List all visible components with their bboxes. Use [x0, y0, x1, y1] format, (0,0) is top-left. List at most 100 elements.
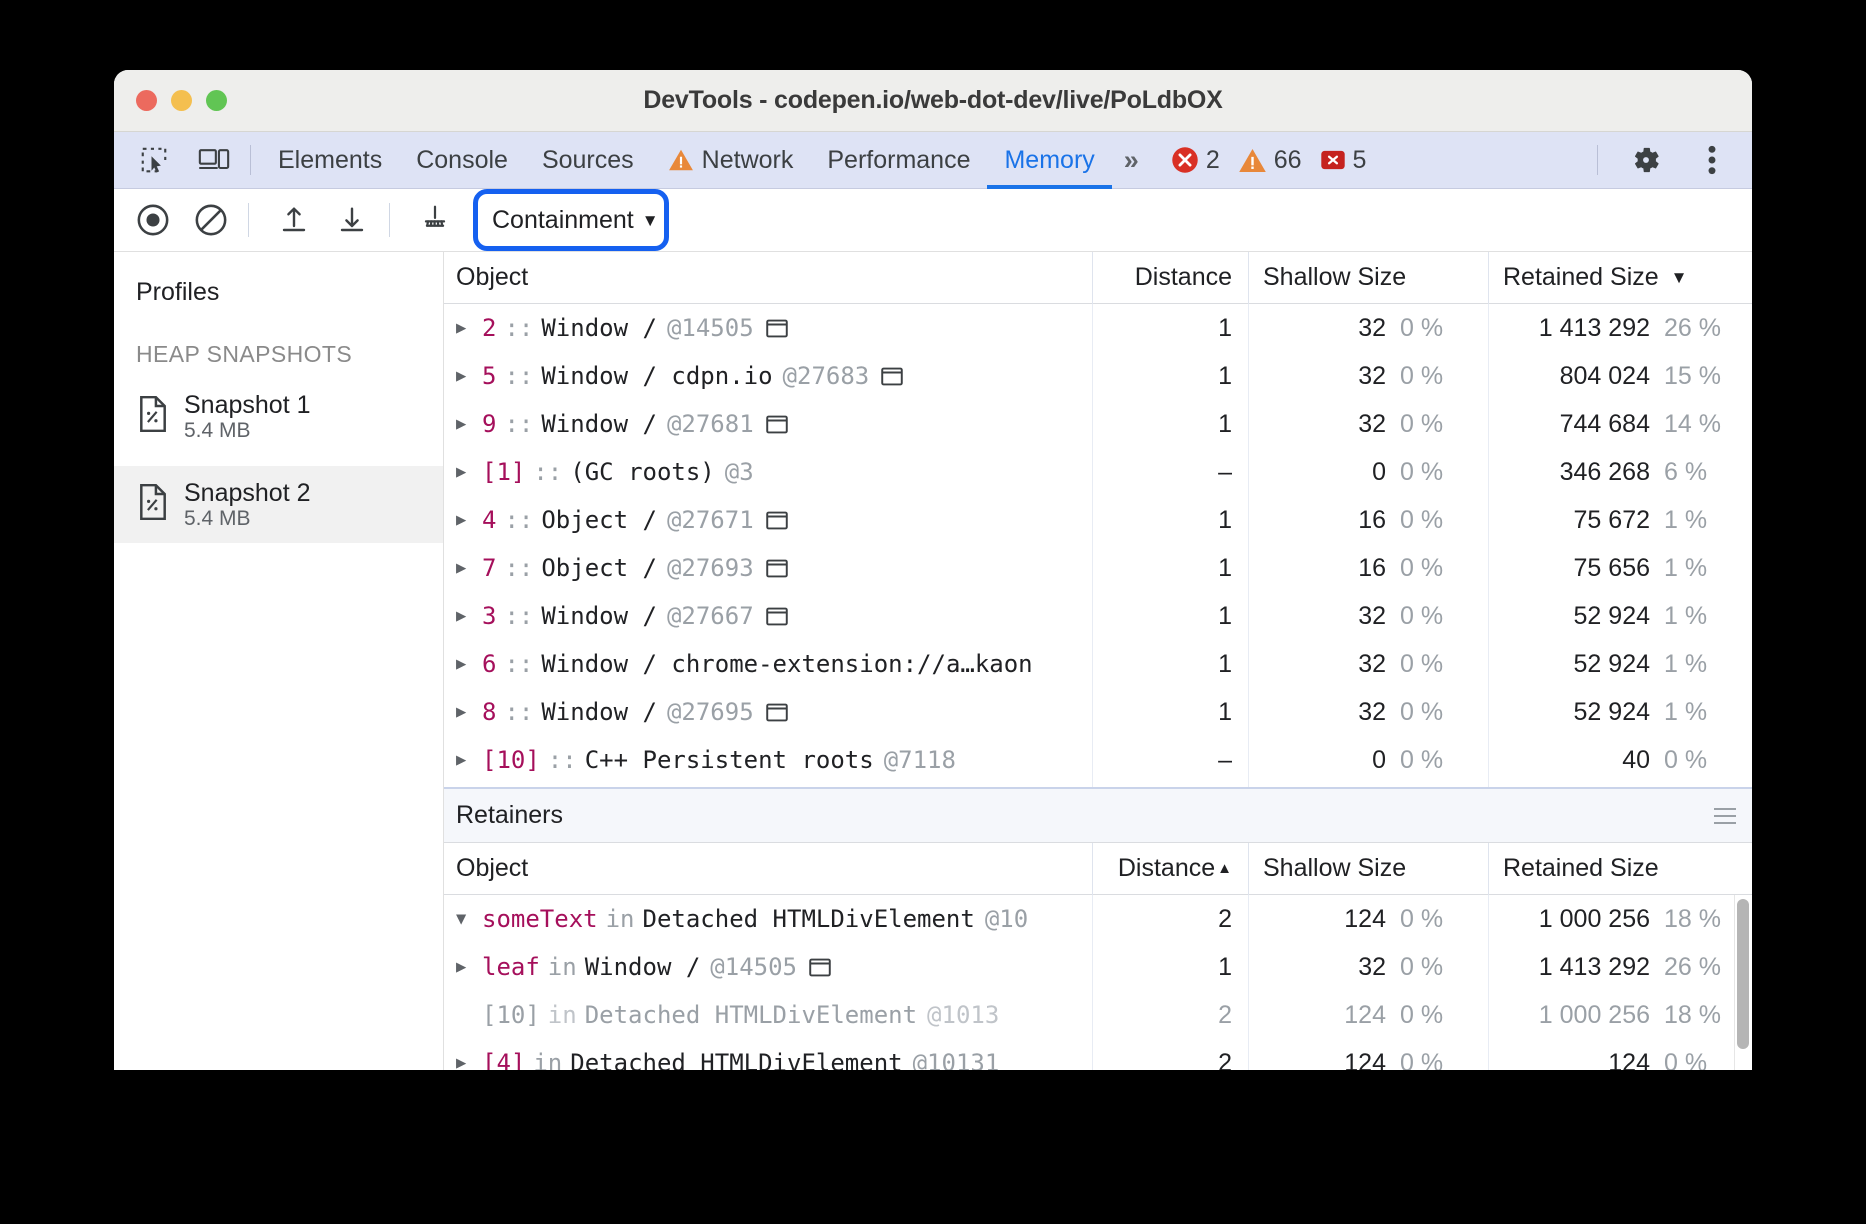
expand-triangle-icon[interactable]: ▶: [456, 1053, 482, 1070]
expand-triangle-icon[interactable]: ▶: [456, 654, 482, 674]
shallow-size-value: 32: [1358, 362, 1386, 391]
retainer-object-id: @1013: [917, 1001, 999, 1029]
expand-triangle-icon[interactable]: ▶: [456, 558, 482, 578]
retainer-shallow-cell: 1240 %: [1248, 1039, 1488, 1070]
containment-shallow-cell: 320 %: [1248, 592, 1488, 640]
column-header-distance[interactable]: Distance ▲: [1092, 843, 1248, 895]
more-tabs-icon[interactable]: »: [1112, 132, 1149, 189]
retainers-rows: ▼someTextinDetached HTMLDivElement@10212…: [444, 895, 1752, 1070]
retainer-shallow-cell: 1240 %: [1248, 895, 1488, 943]
table-row[interactable]: ▶5::Window / cdpn.io@276831320 %804 0241…: [444, 352, 1752, 400]
snapshot-2-name: Snapshot 2: [184, 479, 311, 507]
warning-counter[interactable]: 66: [1232, 146, 1308, 175]
table-row[interactable]: ▶[10]::C++ Persistent roots@7118–00 %400…: [444, 736, 1752, 784]
table-row[interactable]: ▶6::Window / chrome-extension://a…kaon13…: [444, 640, 1752, 688]
column-header-shallow-size[interactable]: Shallow Size: [1248, 843, 1488, 895]
sidebar-item-snapshot-2[interactable]: Snapshot 2 5.4 MB: [114, 466, 443, 544]
upload-icon[interactable]: [269, 195, 319, 245]
table-row[interactable]: ▶7::Object /@276931160 %75 6561 %: [444, 544, 1752, 592]
clear-icon[interactable]: [186, 195, 236, 245]
retainers-scrollbar-thumb[interactable]: [1737, 899, 1749, 1049]
containment-distance-cell: 1: [1092, 352, 1248, 400]
expand-triangle-icon[interactable]: ▶: [456, 318, 482, 338]
table-row[interactable]: ▶leafinWindow /@145051320 %1 413 29226 %: [444, 943, 1752, 991]
node-separator: ::: [540, 746, 585, 774]
table-row[interactable]: ▶9::Window /@276811320 %744 68414 %: [444, 400, 1752, 448]
expand-triangle-icon[interactable]: ▶: [456, 750, 482, 770]
table-row[interactable]: ▼someTextinDetached HTMLDivElement@10212…: [444, 895, 1752, 943]
object-cell: ▶2::Window /@14505: [444, 314, 1092, 342]
expand-triangle-icon[interactable]: ▶: [456, 510, 482, 530]
gear-icon[interactable]: [1620, 140, 1672, 180]
retained-size-value: 1 413 292: [1539, 953, 1650, 982]
more-options-icon[interactable]: [1686, 140, 1738, 180]
tab-elements[interactable]: Elements: [261, 132, 399, 189]
tab-memory[interactable]: Memory: [987, 132, 1111, 189]
node-index: 3: [482, 602, 496, 630]
table-row[interactable]: ▶4::Object /@276711160 %75 6721 %: [444, 496, 1752, 544]
window-icon: [809, 958, 831, 977]
node-separator: ::: [496, 698, 541, 726]
perspective-select[interactable]: Containment ▼: [482, 201, 667, 239]
object-cell: ▶[10]inDetached HTMLDivElement@1013: [444, 1001, 1092, 1029]
expand-triangle-icon[interactable]: ▼: [456, 909, 482, 929]
retainers-scrollbar-track[interactable]: [1734, 895, 1752, 1070]
table-row[interactable]: ▶3::Window /@276671320 %52 9241 %: [444, 592, 1752, 640]
table-row[interactable]: ▶8::Window /@276951320 %52 9241 %: [444, 688, 1752, 736]
perspective-label: Containment: [492, 206, 634, 235]
containment-shallow-cell: 160 %: [1248, 496, 1488, 544]
containment-shallow-cell: 320 %: [1248, 400, 1488, 448]
sidebar-item-snapshot-1[interactable]: Snapshot 1 5.4 MB: [114, 378, 443, 456]
devtools-window: DevTools - codepen.io/web-dot-dev/live/P…: [114, 70, 1752, 1070]
tab-console[interactable]: Console: [399, 132, 525, 189]
tab-sources[interactable]: Sources: [525, 132, 651, 189]
containment-grid-header: Object Distance Shallow Size Retained Si…: [444, 252, 1752, 304]
retained-size-value: 52 924: [1574, 602, 1650, 631]
issue-counter[interactable]: 5: [1314, 146, 1373, 175]
table-row[interactable]: ▶[1]::(GC roots)@3–00 %346 2686 %: [444, 448, 1752, 496]
column-header-shallow-size[interactable]: Shallow Size: [1248, 252, 1488, 304]
window-icon: [766, 559, 788, 578]
column-header-object[interactable]: Object: [444, 252, 1092, 304]
retainer-distance-cell: 1: [1092, 943, 1248, 991]
column-header-retained-size[interactable]: Retained Size: [1488, 843, 1752, 895]
inspect-element-icon[interactable]: [128, 140, 180, 180]
expand-triangle-icon[interactable]: ▶: [456, 606, 482, 626]
table-row[interactable]: ▶[10]inDetached HTMLDivElement@101321240…: [444, 991, 1752, 1039]
expand-triangle-icon[interactable]: ▶: [456, 462, 482, 482]
tab-network[interactable]: Network: [651, 132, 811, 189]
retainer-property: someText: [482, 905, 598, 933]
expand-triangle-icon[interactable]: ▶: [456, 957, 482, 977]
column-header-distance[interactable]: Distance: [1092, 252, 1248, 304]
expand-triangle-icon[interactable]: ▶: [456, 366, 482, 386]
device-toolbar-icon[interactable]: [188, 140, 240, 180]
node-name: Window /: [541, 314, 657, 342]
node-separator: ::: [496, 506, 541, 534]
download-icon[interactable]: [327, 195, 377, 245]
tab-performance[interactable]: Performance: [810, 132, 987, 189]
node-separator: ::: [496, 410, 541, 438]
toolbar-divider: [389, 203, 390, 237]
retainers-panel: Retainers Object Distance ▲ Shallow Size…: [444, 789, 1752, 1070]
table-row[interactable]: ▶[4]inDetached HTMLDivElement@1013121240…: [444, 1039, 1752, 1070]
hamburger-icon[interactable]: [1714, 808, 1736, 824]
collect-garbage-icon[interactable]: [410, 195, 460, 245]
retained-size-value: 744 684: [1560, 410, 1650, 439]
distance-value: 1: [1218, 650, 1232, 679]
expand-triangle-icon[interactable]: ▶: [456, 414, 482, 434]
node-id: @27695: [657, 698, 754, 726]
column-header-retained-size[interactable]: Retained Size ▼: [1488, 252, 1752, 304]
table-row[interactable]: ▶2::Window /@145051320 %1 413 29226 %: [444, 304, 1752, 352]
window-icon: [766, 703, 788, 722]
retainers-grid-header: Object Distance ▲ Shallow Size Retained …: [444, 843, 1752, 895]
shallow-size-value: 16: [1358, 506, 1386, 535]
record-icon[interactable]: [128, 195, 178, 245]
expand-triangle-icon[interactable]: ▶: [456, 1005, 482, 1025]
object-cell: ▶9::Window /@27681: [444, 410, 1092, 438]
expand-triangle-icon[interactable]: ▶: [456, 702, 482, 722]
node-separator: ::: [496, 362, 541, 390]
column-header-object[interactable]: Object: [444, 843, 1092, 895]
error-counter[interactable]: 2: [1165, 146, 1226, 175]
distance-value: 1: [1218, 698, 1232, 727]
containment-retained-cell: 52 9241 %: [1488, 592, 1752, 640]
